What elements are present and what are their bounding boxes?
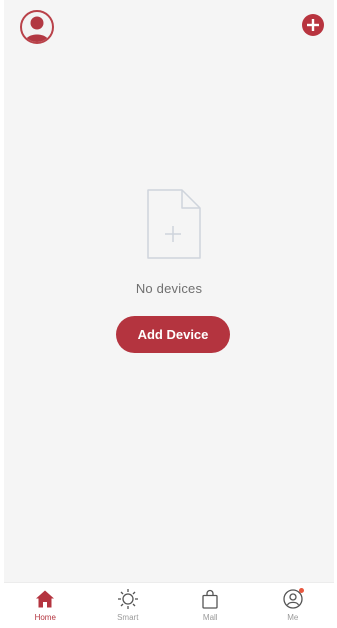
- tab-home[interactable]: Home: [13, 583, 77, 628]
- tab-me[interactable]: Me: [261, 583, 325, 628]
- bottom-tab-bar: Home Smart Mall Me: [4, 582, 334, 628]
- empty-document-icon: [144, 188, 202, 260]
- home-screen: No devices Add Device Home Smart Mall Me: [4, 0, 334, 628]
- add-button[interactable]: [302, 14, 324, 36]
- plus-icon: [307, 19, 319, 31]
- notification-badge: [298, 588, 304, 593]
- tab-mall[interactable]: Mall: [178, 583, 242, 628]
- empty-state-message: No devices: [135, 281, 203, 296]
- profile-avatar[interactable]: [20, 10, 54, 44]
- tab-label-home: Home: [34, 613, 56, 622]
- sun-icon: [117, 589, 138, 609]
- add-device-button[interactable]: Add Device: [116, 316, 230, 353]
- shopping-bag-icon: [202, 589, 218, 609]
- home-icon: [36, 590, 55, 608]
- tab-label-mall: Mall: [202, 613, 218, 622]
- tab-smart[interactable]: Smart: [96, 583, 160, 628]
- tab-label-me: Me: [287, 613, 299, 622]
- user-avatar-icon: [25, 16, 49, 42]
- tab-label-smart: Smart: [117, 613, 139, 622]
